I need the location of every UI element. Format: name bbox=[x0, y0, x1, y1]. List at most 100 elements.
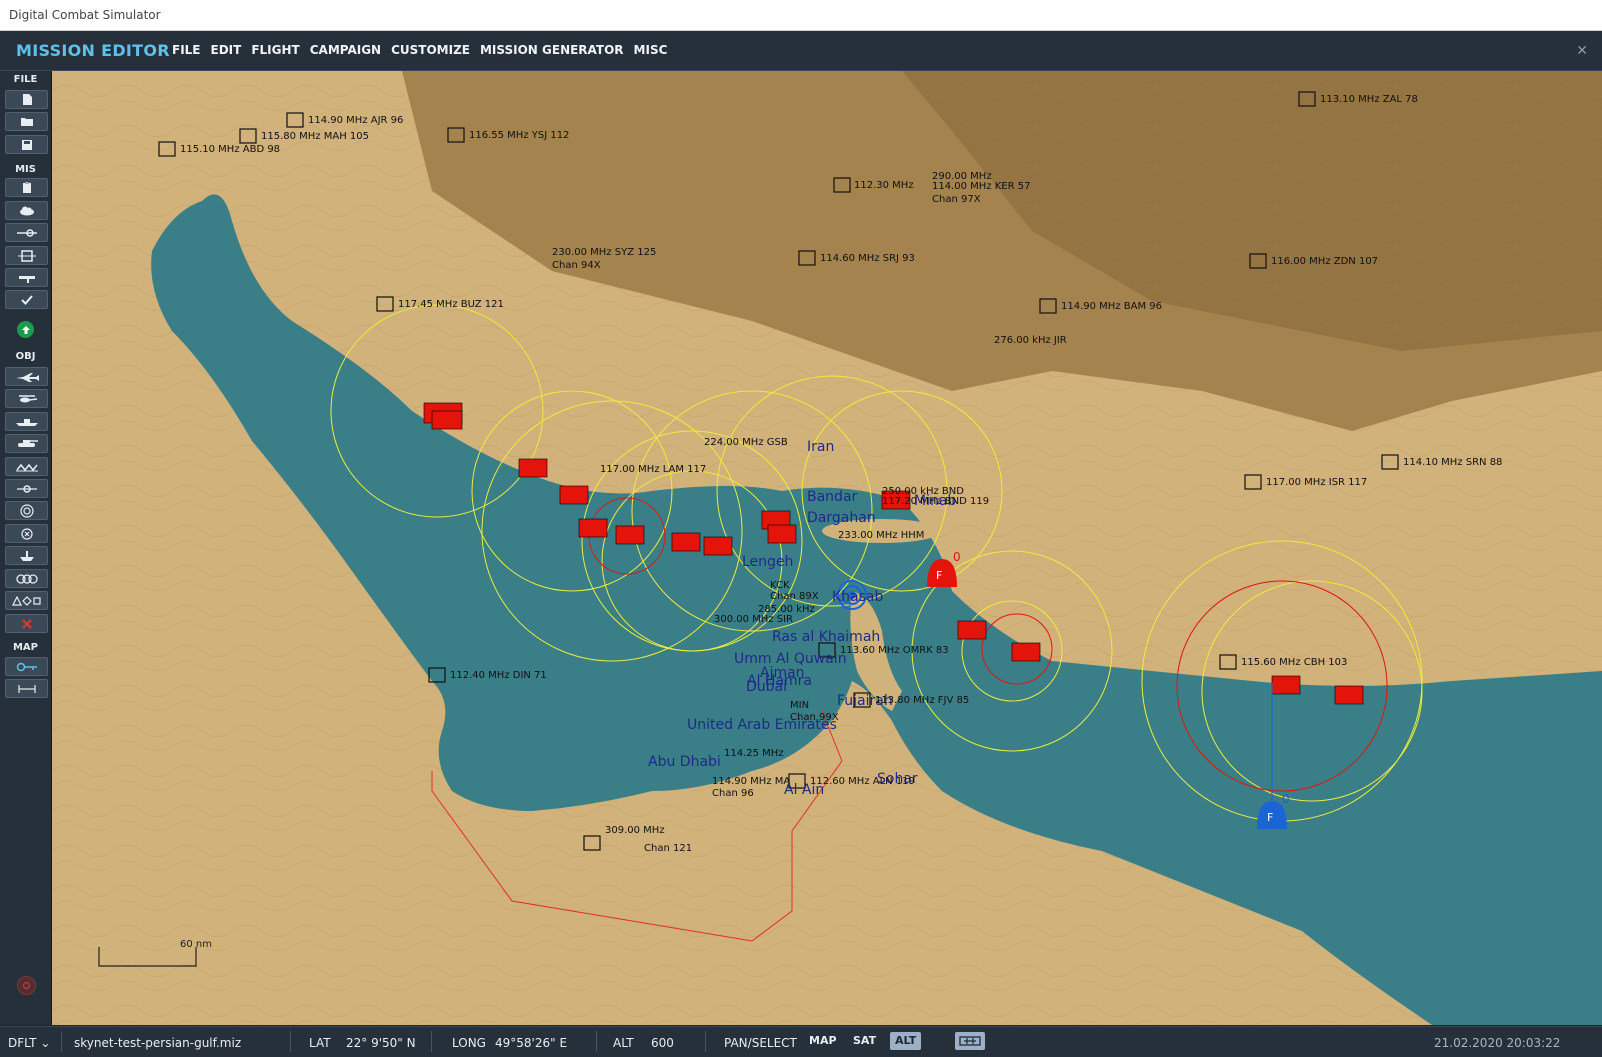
date-time: 21.02.2020 20:03:22 bbox=[1434, 1036, 1561, 1050]
alt-view-button[interactable]: ALT bbox=[890, 1032, 922, 1050]
lat-label: LAT bbox=[309, 1036, 331, 1050]
menu-customize[interactable]: CUSTOMIZE bbox=[391, 43, 470, 57]
svg-text:116.55 MHz YSJ 112: 116.55 MHz YSJ 112 bbox=[469, 130, 569, 141]
drawing-tools-button[interactable] bbox=[5, 591, 48, 610]
status-bar: DFLT ⌄ skynet-test-persian-gulf.miz LAT … bbox=[0, 1026, 1602, 1057]
svg-text:Chan 97X: Chan 97X bbox=[932, 194, 981, 205]
svg-text:117.45 MHz BUZ 121: 117.45 MHz BUZ 121 bbox=[398, 299, 504, 310]
map-canvas[interactable]: F 0 F 0 Bandar Dargahan Lengeh Khasab Mi… bbox=[52, 71, 1602, 1025]
menu-file[interactable]: FILE bbox=[172, 43, 201, 57]
toolbar-obj-label: OBJ bbox=[15, 351, 36, 362]
menu-bar: MISSION EDITOR FILE EDIT FLIGHT CAMPAIGN… bbox=[0, 31, 1602, 71]
ruler-icon bbox=[17, 684, 36, 693]
app-title: MISSION EDITOR bbox=[16, 41, 170, 60]
svg-text:117.00 MHz LAM 117: 117.00 MHz LAM 117 bbox=[600, 464, 706, 475]
helicopter-icon bbox=[18, 394, 37, 402]
svg-text:224.00 MHz GSB: 224.00 MHz GSB bbox=[704, 437, 788, 448]
open-file-button[interactable] bbox=[5, 112, 48, 131]
svg-text:MIN: MIN bbox=[790, 700, 809, 711]
rings-icon bbox=[15, 573, 38, 584]
svg-text:300.00 MHz SIR: 300.00 MHz SIR bbox=[714, 614, 793, 625]
svg-text:114.10 MHz SRN 88: 114.10 MHz SRN 88 bbox=[1403, 457, 1502, 468]
add-ship-button[interactable] bbox=[5, 412, 48, 431]
window-titlebar: Digital Combat Simulator bbox=[0, 0, 1602, 31]
check-button[interactable] bbox=[5, 290, 48, 309]
map-options-button[interactable] bbox=[5, 657, 48, 676]
weather-button[interactable] bbox=[5, 201, 48, 220]
shapes-icon bbox=[11, 595, 41, 606]
svg-text:Chan 94X: Chan 94X bbox=[552, 260, 601, 271]
menu-mission-generator[interactable]: MISSION GENERATOR bbox=[480, 43, 624, 57]
place-khasab: Khasab bbox=[832, 589, 884, 605]
add-plane-button[interactable] bbox=[5, 367, 48, 386]
delete-icon bbox=[21, 618, 32, 629]
menu-flight[interactable]: FLIGHT bbox=[251, 43, 299, 57]
left-toolbar: FILE MIS OBJ MAP bbox=[0, 71, 52, 1025]
close-icon[interactable]: ✕ bbox=[1576, 43, 1588, 59]
place-abu-dhabi: Abu Dhabi bbox=[648, 754, 721, 770]
svg-text:116.00 MHz ZDN 107: 116.00 MHz ZDN 107 bbox=[1271, 256, 1378, 267]
coalition-value: DFLT bbox=[8, 1036, 37, 1050]
svg-text:Chan 99X: Chan 99X bbox=[790, 712, 839, 723]
blue-flight-number: 0 bbox=[1282, 792, 1290, 806]
svg-text:309.00 MHz: 309.00 MHz bbox=[605, 825, 665, 836]
add-zone-button[interactable] bbox=[5, 479, 48, 498]
map-viewport[interactable]: F 0 F 0 Bandar Dargahan Lengeh Khasab Mi… bbox=[52, 71, 1602, 1025]
fly-mission-button[interactable] bbox=[17, 321, 34, 338]
save-file-button[interactable] bbox=[5, 135, 48, 154]
svg-text:114.90 MHz BAM 96: 114.90 MHz BAM 96 bbox=[1061, 301, 1162, 312]
sat-view-button[interactable]: SAT bbox=[848, 1032, 881, 1050]
add-static-button[interactable] bbox=[5, 457, 48, 476]
svg-text:Chan 121: Chan 121 bbox=[644, 843, 692, 854]
svg-text:114.00 MHz KER 57: 114.00 MHz KER 57 bbox=[932, 181, 1030, 192]
main-menu: FILE EDIT FLIGHT CAMPAIGN CUSTOMIZE MISS… bbox=[172, 43, 667, 57]
svg-text:276.00 kHz JIR: 276.00 kHz JIR bbox=[994, 335, 1067, 346]
map-layers-button[interactable] bbox=[955, 1032, 985, 1050]
delete-button[interactable] bbox=[5, 614, 48, 633]
group-button[interactable] bbox=[5, 569, 48, 588]
svg-text:112.40 MHz DIN 71: 112.40 MHz DIN 71 bbox=[450, 670, 547, 681]
svg-text:114.60 MHz SRJ 93: 114.60 MHz SRJ 93 bbox=[820, 253, 915, 264]
alt-label: ALT bbox=[613, 1036, 634, 1050]
svg-text:113.10 MHz ZAL 78: 113.10 MHz ZAL 78 bbox=[1320, 94, 1418, 105]
separator bbox=[290, 1031, 291, 1052]
svg-text:115.80 MHz MAH 105: 115.80 MHz MAH 105 bbox=[261, 131, 369, 142]
add-navy-button[interactable] bbox=[5, 546, 48, 565]
tank-icon bbox=[17, 439, 38, 447]
coalition-select[interactable]: DFLT ⌄ bbox=[8, 1036, 50, 1050]
target-icon bbox=[19, 503, 34, 518]
svg-text:233.00 MHz HHM: 233.00 MHz HHM bbox=[838, 530, 924, 541]
add-ground-unit-button[interactable] bbox=[5, 434, 48, 453]
svg-text:114.90 MHz AJR 96: 114.90 MHz AJR 96 bbox=[308, 115, 403, 126]
blue-flight-letter: F bbox=[1267, 811, 1273, 824]
ruler-button[interactable] bbox=[5, 679, 48, 698]
point-icon bbox=[16, 484, 37, 493]
folder-icon bbox=[20, 118, 33, 126]
disabled-record-button[interactable] bbox=[17, 976, 36, 995]
mission-file-name: skynet-test-persian-gulf.miz bbox=[74, 1036, 242, 1050]
key-icon bbox=[16, 662, 37, 671]
briefing-button[interactable] bbox=[5, 178, 48, 197]
map-view-button[interactable]: MAP bbox=[804, 1032, 842, 1050]
new-file-button[interactable] bbox=[5, 90, 48, 109]
menu-campaign[interactable]: CAMPAIGN bbox=[310, 43, 381, 57]
record-icon bbox=[22, 981, 31, 990]
failure-icon bbox=[18, 275, 35, 283]
add-circle-button[interactable] bbox=[5, 501, 48, 520]
place-bandar: Bandar bbox=[807, 489, 858, 505]
delete-point-button[interactable] bbox=[5, 524, 48, 543]
place-ras-al-khaimah: Ras al Khaimah bbox=[772, 629, 880, 645]
svg-text:113.60 MHz OMRK 83: 113.60 MHz OMRK 83 bbox=[840, 645, 949, 656]
svg-text:115.60 MHz CBH 103: 115.60 MHz CBH 103 bbox=[1241, 657, 1347, 668]
trigger-zone-button[interactable] bbox=[5, 246, 48, 265]
failures-button[interactable] bbox=[5, 268, 48, 287]
svg-text:230.00 MHz SYZ 125: 230.00 MHz SYZ 125 bbox=[552, 247, 656, 258]
arrow-up-icon bbox=[21, 325, 30, 334]
pan-select-label[interactable]: PAN/SELECT bbox=[724, 1036, 797, 1050]
triggers-button[interactable] bbox=[5, 223, 48, 242]
menu-edit[interactable]: EDIT bbox=[211, 43, 242, 57]
airplane-icon bbox=[15, 372, 39, 382]
svg-text:112.60 MHz ALN 119: 112.60 MHz ALN 119 bbox=[810, 776, 915, 787]
add-helicopter-button[interactable] bbox=[5, 389, 48, 408]
menu-misc[interactable]: MISC bbox=[634, 43, 668, 57]
